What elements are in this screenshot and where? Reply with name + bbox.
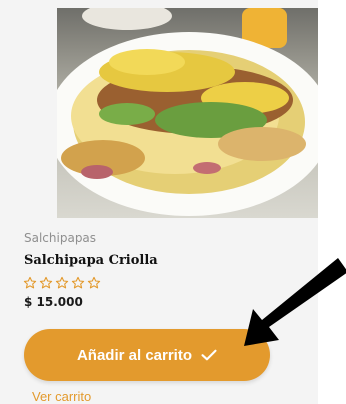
star-icon [23, 276, 37, 289]
add-to-cart-button[interactable]: Añadir al carrito [24, 329, 270, 381]
star-icon [71, 276, 85, 289]
star-icon [39, 276, 53, 289]
add-to-cart-label: Añadir al carrito [76, 346, 193, 364]
star-icon [87, 276, 101, 289]
check-icon [201, 349, 217, 361]
view-cart-link[interactable]: Ver carrito [32, 389, 91, 404]
product-card: Salchipapas Salchipapa Criolla $ 15.000 … [0, 0, 346, 404]
product-title[interactable]: Salchipapa Criolla [24, 253, 158, 268]
product-image[interactable] [57, 8, 322, 218]
food-photo-illustration [57, 8, 322, 216]
star-icon [55, 276, 69, 289]
page-background-strip [318, 0, 346, 404]
product-price: $ 15.000 [24, 295, 83, 309]
product-category[interactable]: Salchipapas [24, 231, 96, 245]
star-rating [23, 276, 101, 289]
